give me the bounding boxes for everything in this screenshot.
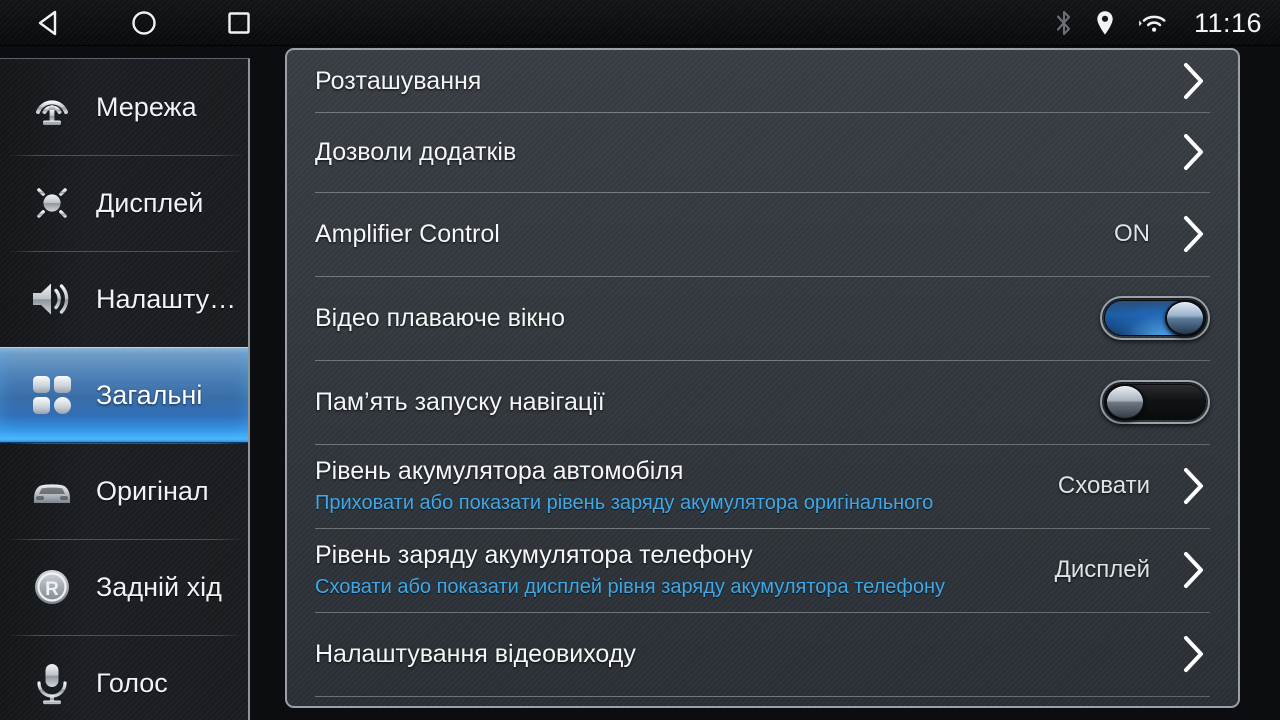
row-title: Пам’ять запуску навігації bbox=[315, 387, 605, 416]
sidebar-item-original[interactable]: Оригінал bbox=[0, 443, 248, 539]
row-texts: Рівень заряду акумулятора телефону Схова… bbox=[315, 541, 1055, 600]
home-icon[interactable] bbox=[125, 4, 163, 42]
toggle-knob bbox=[1165, 300, 1205, 336]
list-bottom-separator bbox=[287, 696, 1238, 706]
sidebar-item-reverse[interactable]: R Задній хід bbox=[0, 539, 248, 635]
chevron-right-icon bbox=[1176, 210, 1210, 258]
sidebar: Мережа Дисплей Налаштув… Загальні Оригін… bbox=[0, 58, 250, 720]
navigation-buttons bbox=[30, 0, 258, 46]
status-bar: 11:16 bbox=[0, 0, 1280, 46]
setting-row-video-floating-window[interactable]: Відео плаваюче вікно bbox=[287, 276, 1238, 360]
row-title: Налаштування відеовиходу bbox=[315, 639, 636, 668]
setting-row-video-output-settings[interactable]: Налаштування відеовиходу bbox=[287, 612, 1238, 696]
row-texts: Amplifier Control bbox=[315, 220, 1114, 249]
apps-grid-icon bbox=[24, 370, 80, 420]
row-value: ON bbox=[1114, 220, 1150, 247]
row-title: Розташування bbox=[315, 66, 482, 95]
settings-panel: Розташування Дозволи додатків Amplifier … bbox=[285, 48, 1240, 708]
setting-row-app-permissions[interactable]: Дозволи додатків bbox=[287, 112, 1238, 192]
setting-row-navigation-launch-memory[interactable]: Пам’ять запуску навігації bbox=[287, 360, 1238, 444]
speaker-icon bbox=[24, 274, 80, 324]
video-floating-window-toggle[interactable] bbox=[1100, 296, 1210, 340]
chevron-right-icon bbox=[1176, 546, 1210, 594]
system-icons: 11:16 bbox=[1053, 0, 1262, 46]
setting-row-location[interactable]: Розташування bbox=[287, 50, 1238, 112]
brightness-icon bbox=[24, 178, 80, 228]
recents-icon[interactable] bbox=[220, 4, 258, 42]
sidebar-item-label: Загальні bbox=[96, 379, 203, 410]
reverse-r-icon: R bbox=[24, 562, 80, 612]
antenna-icon bbox=[24, 82, 80, 132]
sidebar-item-network[interactable]: Мережа bbox=[0, 59, 248, 155]
setting-row-amplifier-control[interactable]: Amplifier Control ON bbox=[287, 192, 1238, 276]
chevron-right-icon bbox=[1176, 128, 1210, 176]
sidebar-item-label: Дисплей bbox=[96, 187, 204, 218]
microphone-icon bbox=[24, 658, 80, 708]
row-texts: Пам’ять запуску навігації bbox=[315, 388, 1100, 417]
sidebar-item-voice[interactable]: Голос bbox=[0, 635, 248, 720]
car-head-unit-screen: 11:16 Мережа Дисплей Налаштув… Загальні … bbox=[0, 0, 1280, 720]
row-texts: Дозволи додатків bbox=[315, 138, 1176, 167]
sidebar-item-label: Задній хід bbox=[96, 571, 222, 602]
status-clock: 11:16 bbox=[1193, 7, 1262, 38]
location-icon bbox=[1094, 8, 1116, 38]
chevron-right-icon bbox=[1176, 462, 1210, 510]
row-texts: Налаштування відеовиходу bbox=[315, 640, 1176, 669]
bluetooth-icon bbox=[1053, 8, 1075, 38]
row-title: Відео плаваюче вікно bbox=[315, 303, 566, 332]
row-value: Дисплей bbox=[1054, 556, 1150, 583]
row-texts: Рівень акумулятора автомобіля Приховати … bbox=[315, 457, 1058, 516]
settings-list: Розташування Дозволи додатків Amplifier … bbox=[287, 50, 1238, 706]
chevron-right-icon bbox=[1176, 57, 1210, 105]
setting-row-phone-battery-level[interactable]: Рівень заряду акумулятора телефону Схова… bbox=[287, 528, 1238, 612]
toggle-knob bbox=[1105, 384, 1145, 420]
row-title: Amplifier Control bbox=[315, 219, 500, 248]
sidebar-item-general[interactable]: Загальні bbox=[0, 347, 248, 443]
sidebar-item-sound[interactable]: Налаштув… bbox=[0, 251, 248, 347]
back-icon[interactable] bbox=[30, 4, 68, 42]
row-subtitle: Сховати або показати дисплей рівня заряд… bbox=[315, 576, 945, 599]
svg-text:R: R bbox=[45, 579, 59, 600]
car-icon bbox=[24, 466, 80, 516]
row-texts: Розташування bbox=[315, 67, 1176, 96]
navigation-launch-memory-toggle[interactable] bbox=[1100, 380, 1210, 424]
row-texts: Відео плаваюче вікно bbox=[315, 304, 1100, 333]
row-value: Сховати bbox=[1057, 472, 1150, 499]
chevron-right-icon bbox=[1176, 630, 1210, 678]
sidebar-item-label: Голос bbox=[96, 667, 168, 698]
wifi-icon bbox=[1135, 8, 1167, 38]
row-title: Рівень акумулятора автомобіля bbox=[315, 456, 684, 485]
setting-row-car-battery-level[interactable]: Рівень акумулятора автомобіля Приховати … bbox=[287, 444, 1238, 528]
row-title: Дозволи додатків bbox=[315, 137, 517, 166]
row-title: Рівень заряду акумулятора телефону bbox=[315, 540, 753, 569]
sidebar-item-display[interactable]: Дисплей bbox=[0, 155, 248, 251]
sidebar-item-label: Мережа bbox=[96, 91, 197, 122]
sidebar-item-label: Оригінал bbox=[96, 475, 209, 506]
row-subtitle: Приховати або показати рівень заряду аку… bbox=[315, 492, 934, 515]
sidebar-item-label: Налаштув… bbox=[96, 283, 248, 314]
